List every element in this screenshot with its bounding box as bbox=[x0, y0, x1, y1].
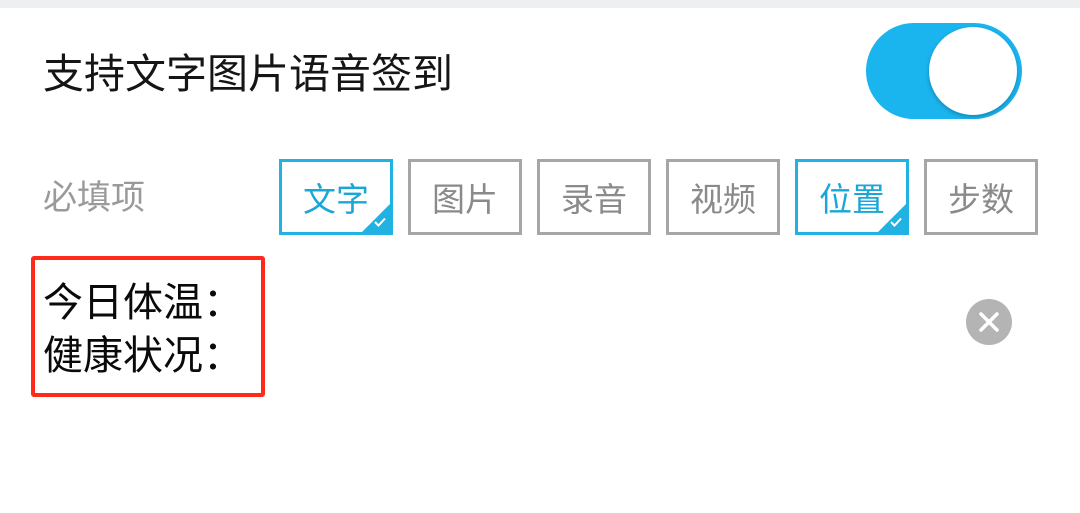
option-steps-label: 步数 bbox=[948, 180, 1014, 219]
option-image[interactable]: 图片 bbox=[408, 159, 522, 235]
text-image-voice-checkin-toggle[interactable] bbox=[866, 23, 1022, 119]
option-recording[interactable]: 录音 bbox=[537, 159, 651, 235]
close-icon bbox=[979, 312, 999, 332]
toggle-knob[interactable] bbox=[929, 27, 1017, 115]
option-steps[interactable]: 步数 bbox=[924, 159, 1038, 235]
setting-title: 支持文字图片语音签到 bbox=[43, 50, 453, 98]
option-video-label: 视频 bbox=[690, 180, 756, 219]
option-text[interactable]: 文字 bbox=[279, 159, 393, 235]
option-video[interactable]: 视频 bbox=[666, 159, 780, 235]
note-temperature-line[interactable]: 今日体温： bbox=[43, 277, 243, 329]
checkmark-icon bbox=[890, 217, 902, 227]
note-health-line[interactable]: 健康状况： bbox=[43, 330, 243, 382]
option-location[interactable]: 位置 bbox=[795, 159, 909, 235]
checkmark-icon bbox=[374, 217, 386, 227]
top-divider bbox=[0, 0, 1080, 8]
option-recording-label: 录音 bbox=[561, 180, 627, 219]
clear-button[interactable] bbox=[966, 299, 1012, 345]
option-image-label: 图片 bbox=[432, 180, 498, 219]
required-label: 必填项 bbox=[43, 178, 145, 218]
